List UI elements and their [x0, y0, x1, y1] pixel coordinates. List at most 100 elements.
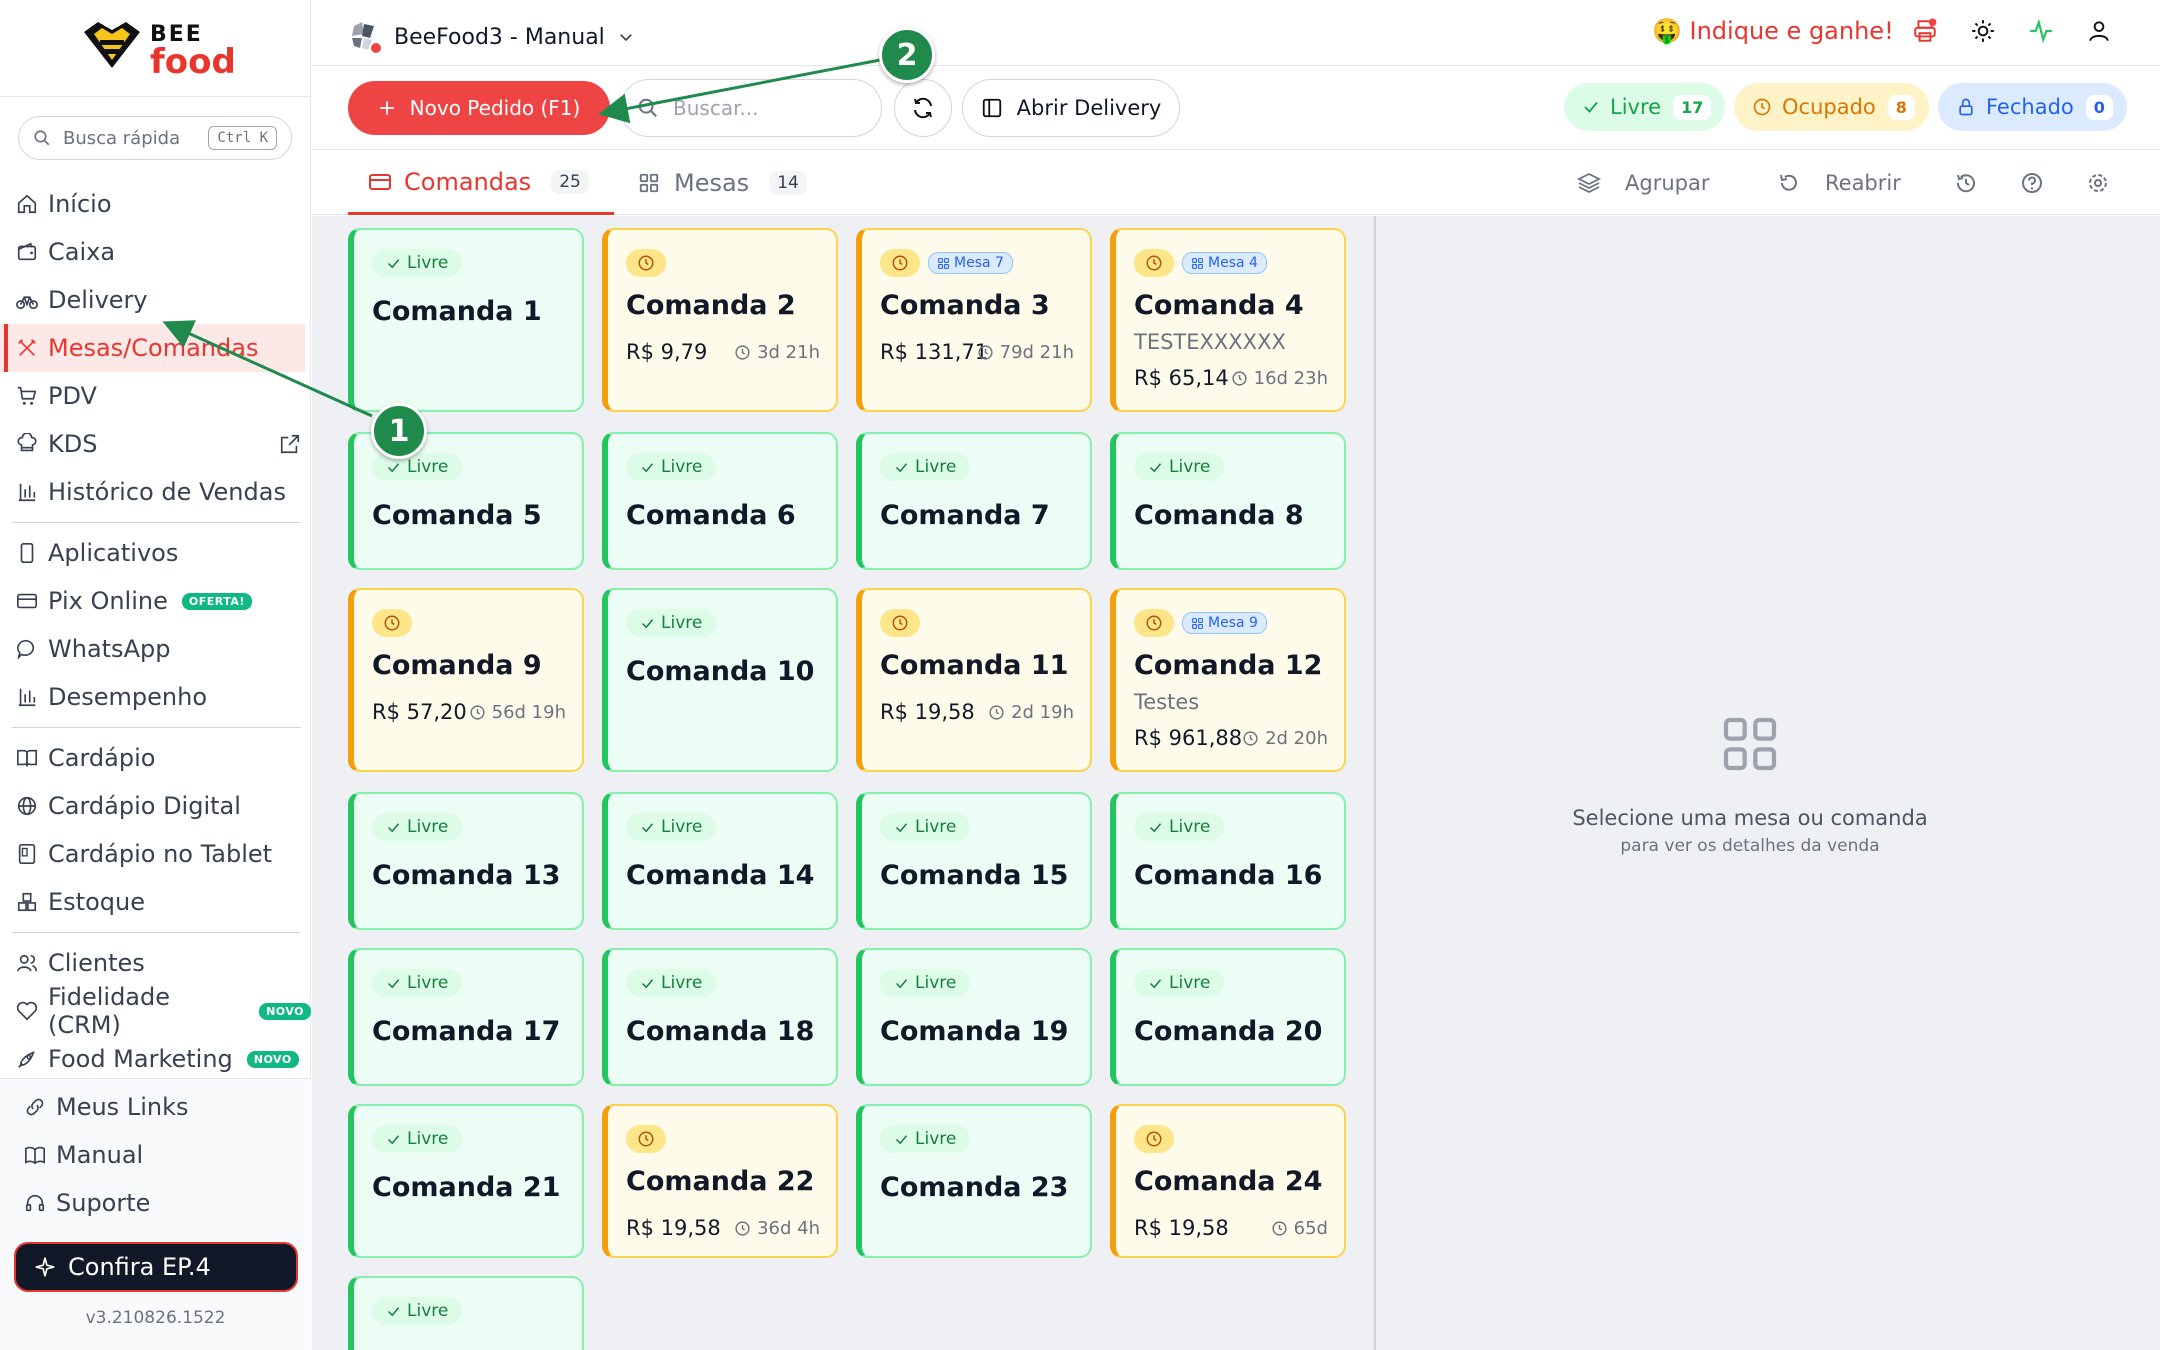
comanda-card[interactable]: Comanda 11 R$ 19,58 2d 19h — [856, 588, 1092, 772]
comanda-card[interactable]: Mesa 7 Comanda 3 R$ 131,71 79d 21h — [856, 228, 1092, 412]
sidebar-item-pix-online[interactable]: Pix Online OFERTA! — [0, 577, 311, 625]
comanda-card[interactable]: Livre Comanda 15 — [856, 792, 1092, 930]
confira-label: Confira EP.4 — [68, 1253, 211, 1281]
status-livre-count: 17 — [1673, 94, 1712, 120]
comanda-card[interactable]: Livre Comanda 19 — [856, 948, 1092, 1086]
wallet-icon — [17, 242, 37, 261]
card-title: Comanda 7 — [880, 500, 1050, 531]
sidebar-item-suporte[interactable]: Suporte — [0, 1179, 311, 1227]
status-badge — [1134, 249, 1174, 277]
clock-icon — [1232, 371, 1247, 386]
comanda-card[interactable]: Livre Comanda 8 — [1110, 432, 1346, 570]
card-title: Comanda 6 — [626, 500, 796, 531]
sidebar-item-cardapio-digital[interactable]: Cardápio Digital — [0, 782, 311, 830]
sidebar-item-delivery[interactable]: Delivery — [0, 276, 311, 324]
beefood-logo[interactable]: BEE food — [80, 18, 240, 82]
comanda-card[interactable]: Livre Comanda 6 — [602, 432, 838, 570]
sidebar-item-cardapio[interactable]: Cardápio — [0, 734, 311, 782]
referral-link[interactable]: 🤑 Indique e ganhe! — [1652, 17, 1894, 45]
comanda-card[interactable]: Mesa 9 Comanda 12 Testes R$ 961,88 2d 20h — [1110, 588, 1346, 772]
card-status-row: Livre — [372, 812, 463, 842]
sidebar-item-inicio[interactable]: Início — [0, 180, 311, 228]
status-badge-label: Livre — [1169, 457, 1211, 477]
check-icon — [1584, 101, 1598, 113]
status-filter-livre[interactable]: Livre 17 — [1564, 83, 1726, 131]
help-button[interactable] — [2020, 171, 2044, 195]
sidebar-item-label: Manual — [56, 1141, 144, 1169]
open-delivery-button[interactable]: Abrir Delivery — [962, 79, 1180, 137]
card-elapsed-time: 16d 23h — [1231, 368, 1328, 389]
rocket-icon — [18, 1051, 35, 1068]
card-status-row: Livre — [372, 452, 463, 482]
tab-comandas-count: 25 — [551, 169, 589, 194]
comanda-card[interactable]: Livre Comanda 10 — [602, 588, 838, 772]
comanda-card[interactable]: Livre Comanda 13 — [348, 792, 584, 930]
comanda-card[interactable]: Livre Comanda 18 — [602, 948, 838, 1086]
reabrir-button[interactable]: Reabrir — [1777, 171, 1901, 195]
card-total: R$ 9,79 — [626, 340, 708, 364]
comanda-card[interactable]: Livre — [348, 1276, 584, 1350]
status-badge-label: Livre — [915, 817, 957, 837]
confira-button[interactable]: Confira EP.4 — [14, 1242, 298, 1292]
comanda-card[interactable]: Livre Comanda 23 — [856, 1104, 1092, 1258]
new-order-button[interactable]: Novo Pedido (F1) — [348, 81, 610, 135]
check-icon — [895, 822, 908, 832]
tab-mesas[interactable]: Mesas 14 — [638, 151, 807, 215]
sidebar-item-mesas-comandas[interactable]: Mesas/Comandas — [0, 324, 305, 372]
clock-icon — [1272, 1221, 1287, 1236]
comanda-card[interactable]: Livre Comanda 16 — [1110, 792, 1346, 930]
sidebar-item-label: Suporte — [56, 1189, 151, 1217]
undo-icon — [1780, 174, 1797, 191]
sidebar-item-historico-de-vendas[interactable]: Histórico de Vendas — [0, 468, 311, 516]
card-status-row: Livre — [1134, 812, 1225, 842]
sidebar-item-fidelidade-crm[interactable]: Fidelidade (CRM) NOVO — [0, 983, 311, 1039]
comanda-card[interactable]: Mesa 4 Comanda 4 TESTEXXXXXX R$ 65,14 16d 23… — [1110, 228, 1346, 412]
status-filter-fechado[interactable]: Fechado 0 — [1938, 83, 2127, 131]
sidebar-item-estoque[interactable]: Estoque — [0, 878, 311, 926]
sidebar-item-manual[interactable]: Manual — [0, 1131, 311, 1179]
agrupar-button[interactable]: Agrupar — [1577, 171, 1709, 195]
sidebar-item-aplicativos[interactable]: Aplicativos — [0, 529, 311, 577]
sidebar-item-desempenho[interactable]: Desempenho — [0, 673, 311, 721]
nav-separator — [12, 522, 301, 523]
search-input[interactable]: Buscar... — [620, 79, 882, 137]
comanda-card[interactable]: Livre Comanda 7 — [856, 432, 1092, 570]
external-link-button[interactable] — [279, 433, 301, 461]
comanda-card[interactable]: Comanda 2 R$ 9,79 3d 21h — [602, 228, 838, 412]
status-badge: Livre — [372, 813, 463, 841]
comanda-card[interactable]: Comanda 24 R$ 19,58 65d — [1110, 1104, 1346, 1258]
bee-logo-icon — [84, 22, 140, 68]
sidebar-item-caixa[interactable]: Caixa — [0, 228, 311, 276]
comanda-card[interactable]: Livre Comanda 14 — [602, 792, 838, 930]
comanda-card[interactable]: Comanda 22 R$ 19,58 36d 4h — [602, 1104, 838, 1258]
refresh-button[interactable] — [894, 79, 952, 137]
panel-icon — [982, 98, 1001, 118]
store-selector[interactable]: BeeFood3 - Manual — [348, 20, 635, 54]
comanda-card[interactable]: Comanda 9 R$ 57,20 56d 19h — [348, 588, 584, 772]
sun-icon[interactable] — [1970, 18, 1996, 48]
clock-icon — [384, 615, 400, 631]
sidebar-item-clientes[interactable]: Clientes — [0, 939, 311, 987]
comanda-card[interactable]: Livre Comanda 20 — [1110, 948, 1346, 1086]
card-status-row — [626, 1124, 666, 1154]
sidebar-item-whatsapp[interactable]: WhatsApp — [0, 625, 311, 673]
card-status-row: Livre — [626, 968, 717, 998]
comanda-card[interactable]: Livre Comanda 1 — [348, 228, 584, 412]
sidebar-item-meus-links[interactable]: Meus Links — [0, 1083, 311, 1131]
activity-icon[interactable] — [2028, 18, 2054, 48]
clock-icon — [892, 255, 908, 271]
sidebar-item-pdv[interactable]: PDV — [0, 372, 311, 420]
quick-search[interactable]: Busca rápida Ctrl K — [18, 116, 292, 160]
printer-icon[interactable] — [1912, 18, 1938, 48]
settings-button[interactable] — [2086, 171, 2110, 195]
sidebar-item-food-marketing[interactable]: Food Marketing NOVO — [0, 1035, 311, 1083]
sidebar-item-cardapio-no-tablet[interactable]: Cardápio no Tablet — [0, 830, 311, 878]
status-filter-ocupado[interactable]: Ocupado 8 — [1734, 83, 1929, 131]
sidebar-item-label: Pix Online — [48, 587, 168, 615]
comanda-card[interactable]: Livre Comanda 17 — [348, 948, 584, 1086]
sidebar-item-kds[interactable]: KDS — [0, 420, 311, 468]
tab-comandas[interactable]: Comandas 25 — [348, 151, 614, 215]
comanda-card[interactable]: Livre Comanda 21 — [348, 1104, 584, 1258]
history-button[interactable] — [1954, 171, 1978, 195]
user-icon[interactable] — [2086, 18, 2112, 48]
